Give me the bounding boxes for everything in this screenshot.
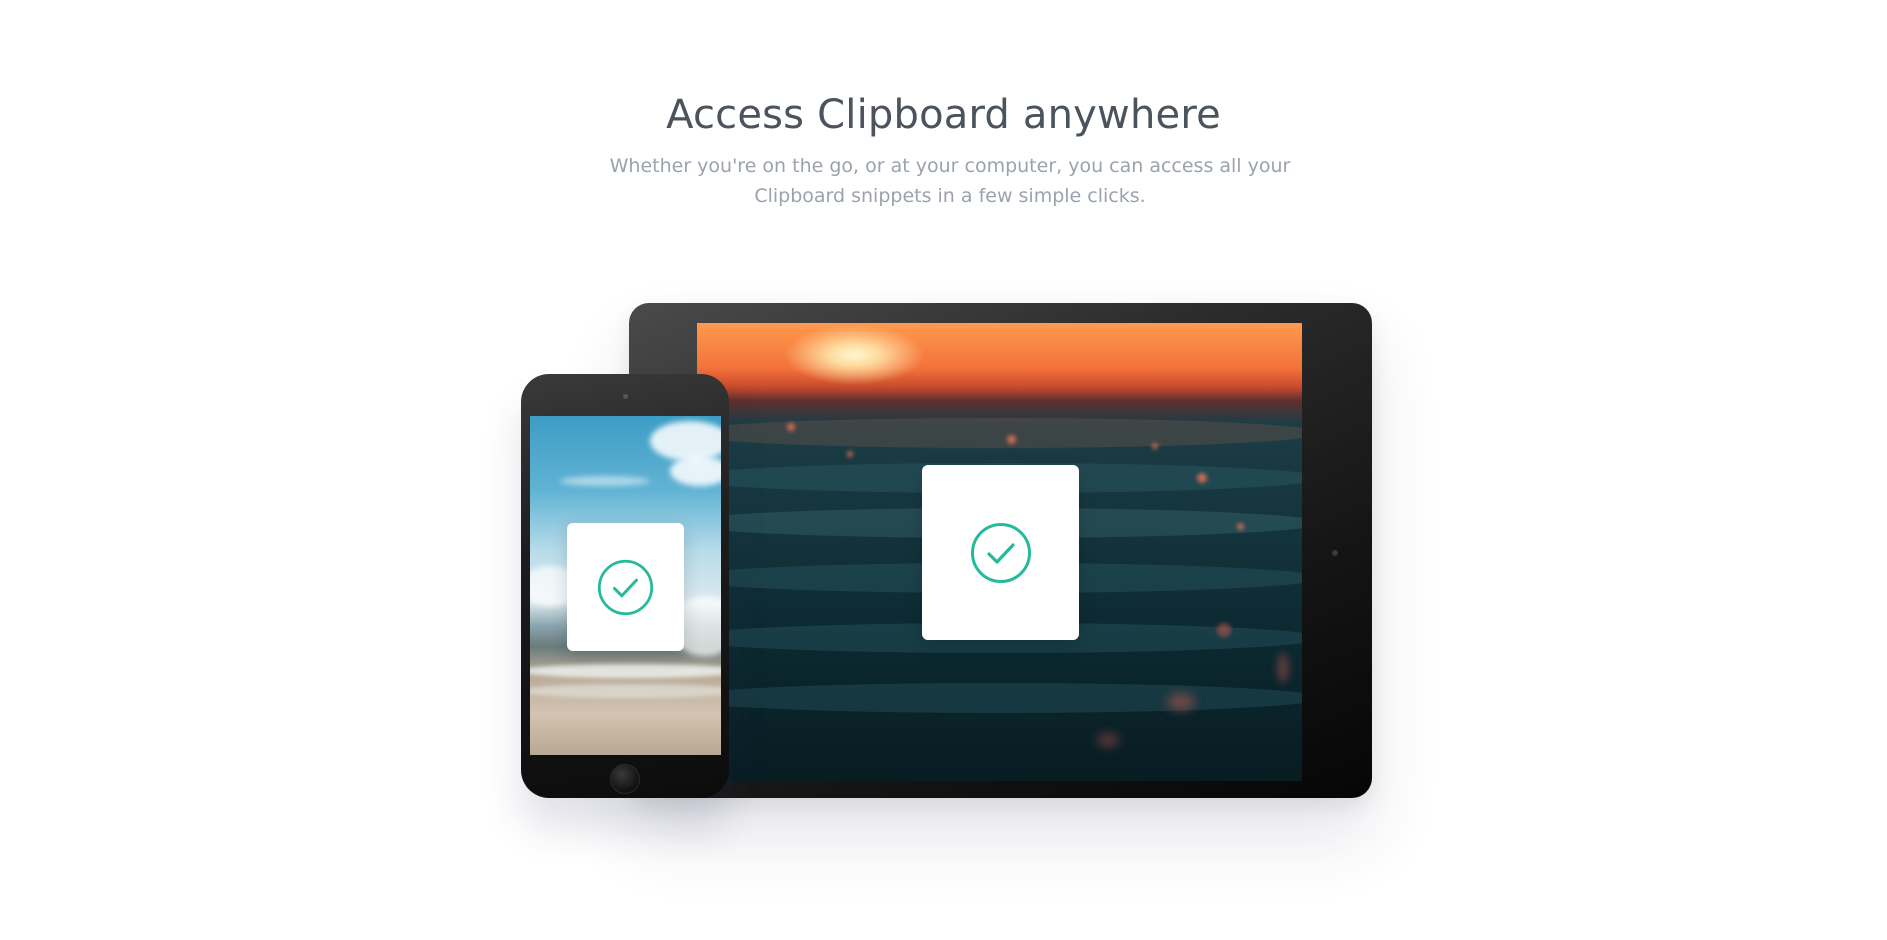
tablet-success-card (922, 465, 1079, 640)
phone-home-button (610, 764, 640, 794)
tablet-home-dot (1332, 550, 1338, 556)
phone-success-card (567, 523, 684, 651)
check-circle-icon (970, 522, 1031, 583)
section-description: Whether you're on the go, or at your com… (609, 155, 1291, 207)
check-circle-icon (597, 559, 654, 615)
phone-camera-dot (623, 394, 628, 399)
section-heading: Access Clipboard anywhere (666, 92, 1221, 138)
access-anywhere-section: Access Clipboard anywhere Whether you're… (0, 0, 1887, 940)
